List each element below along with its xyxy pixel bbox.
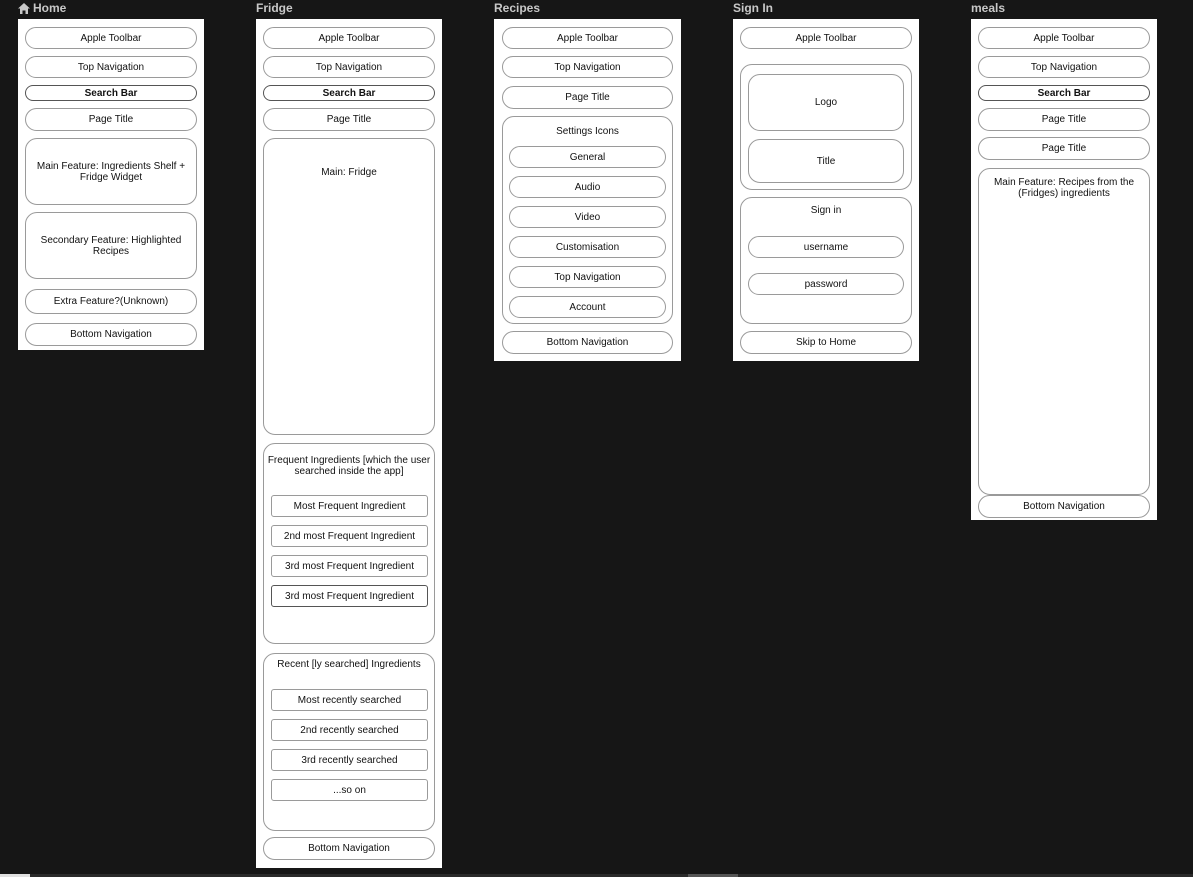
signin-password-field[interactable]: password — [748, 273, 904, 295]
meals-page-title: Page Title — [978, 108, 1150, 131]
fridge-recent-item: ...so on — [271, 779, 428, 801]
frame-label-home: Home — [18, 1, 66, 15]
fridge-frequent-item: 2nd most Frequent Ingredient — [271, 525, 428, 547]
fridge-frame: Apple Toolbar Top Navigation Search Bar … — [256, 19, 442, 868]
fridge-recent-item: 3rd recently searched — [271, 749, 428, 771]
recipes-page-title: Page Title — [502, 86, 673, 109]
fridge-recent-title: Recent [ly searched] Ingredients — [277, 659, 421, 670]
recipes-settings-item-top-navigation: Top Navigation — [509, 266, 666, 288]
signin-form-group: Sign in username password — [740, 197, 912, 324]
frame-title-home: Home — [33, 1, 67, 15]
home-search-bar: Search Bar — [25, 85, 197, 101]
recipes-settings-item-general: General — [509, 146, 666, 168]
meals-top-navigation: Top Navigation — [978, 56, 1150, 78]
signin-logo: Logo — [748, 74, 904, 131]
frame-title-meals: meals — [971, 1, 1006, 15]
home-secondary-feature: Secondary Feature: Highlighted Recipes — [25, 212, 197, 279]
signin-title: Title — [748, 139, 904, 183]
signin-form-title: Sign in — [810, 205, 842, 216]
fridge-recent-group: Recent [ly searched] Ingredients Most re… — [263, 653, 435, 831]
fridge-frequent-item: 3rd most Frequent Ingredient — [271, 555, 428, 577]
home-frame: Apple Toolbar Top Navigation Search Bar … — [18, 19, 204, 350]
home-main-feature: Main Feature: Ingredients Shelf + Fridge… — [25, 138, 197, 205]
signin-username-field[interactable]: username — [748, 236, 904, 258]
meals-search-bar: Search Bar — [978, 85, 1150, 101]
recipes-bottom-navigation: Bottom Navigation — [502, 331, 673, 354]
frame-title-signin: Sign In — [733, 1, 773, 15]
recipes-settings-title: Settings Icons — [556, 126, 619, 137]
home-page-title: Page Title — [25, 108, 197, 131]
frame-title-recipes: Recipes — [494, 1, 541, 15]
frame-title-fridge: Fridge — [256, 1, 293, 15]
fridge-recent-item: Most recently searched — [271, 689, 428, 711]
fridge-top-navigation: Top Navigation — [263, 56, 435, 78]
signin-header-group: Logo Title — [740, 64, 912, 190]
frame-label-fridge: Fridge — [256, 1, 293, 15]
home-bottom-navigation: Bottom Navigation — [25, 323, 197, 346]
fridge-main: Main: Fridge — [263, 138, 435, 435]
fridge-search-bar: Search Bar — [263, 85, 435, 101]
recipes-settings-item-account: Account — [509, 296, 666, 318]
frame-label-signin: Sign In — [733, 1, 773, 15]
meals-main-feature: Main Feature: Recipes from the (Fridges)… — [978, 168, 1150, 495]
home-apple-toolbar: Apple Toolbar — [25, 27, 197, 49]
recipes-settings-group: Settings Icons General Audio Video Custo… — [502, 116, 673, 324]
recipes-settings-item-customisation: Customisation — [509, 236, 666, 258]
recipes-apple-toolbar: Apple Toolbar — [502, 27, 673, 49]
signin-apple-toolbar: Apple Toolbar — [740, 27, 912, 49]
recipes-frame: Apple Toolbar Top Navigation Page Title … — [494, 19, 681, 361]
fridge-recent-item: 2nd recently searched — [271, 719, 428, 741]
signin-frame: Apple Toolbar Logo Title Sign in usernam… — [733, 19, 919, 361]
fridge-apple-toolbar: Apple Toolbar — [263, 27, 435, 49]
recipes-settings-item-video: Video — [509, 206, 666, 228]
home-extra-feature: Extra Feature?(Unknown) — [25, 289, 197, 314]
meals-apple-toolbar: Apple Toolbar — [978, 27, 1150, 49]
fridge-frequent-group: Frequent Ingredients [which the user sea… — [263, 443, 435, 644]
fridge-frequent-item: 3rd most Frequent Ingredient — [271, 585, 428, 607]
home-top-navigation: Top Navigation — [25, 56, 197, 78]
frame-label-recipes: Recipes — [494, 1, 540, 15]
recipes-settings-item-audio: Audio — [509, 176, 666, 198]
signin-skip-button[interactable]: Skip to Home — [740, 331, 912, 354]
fridge-page-title: Page Title — [263, 108, 435, 131]
fridge-frequent-item: Most Frequent Ingredient — [271, 495, 428, 517]
frame-label-meals: meals — [971, 1, 1005, 15]
fridge-bottom-navigation: Bottom Navigation — [263, 837, 435, 860]
recipes-top-navigation: Top Navigation — [502, 56, 673, 78]
home-icon — [18, 2, 30, 14]
meals-bottom-navigation: Bottom Navigation — [978, 495, 1150, 518]
fridge-frequent-title: Frequent Ingredients [which the user sea… — [267, 455, 431, 477]
meals-frame: Apple Toolbar Top Navigation Search Bar … — [971, 19, 1157, 520]
meals-page-title-secondary: Page Title — [978, 137, 1150, 160]
